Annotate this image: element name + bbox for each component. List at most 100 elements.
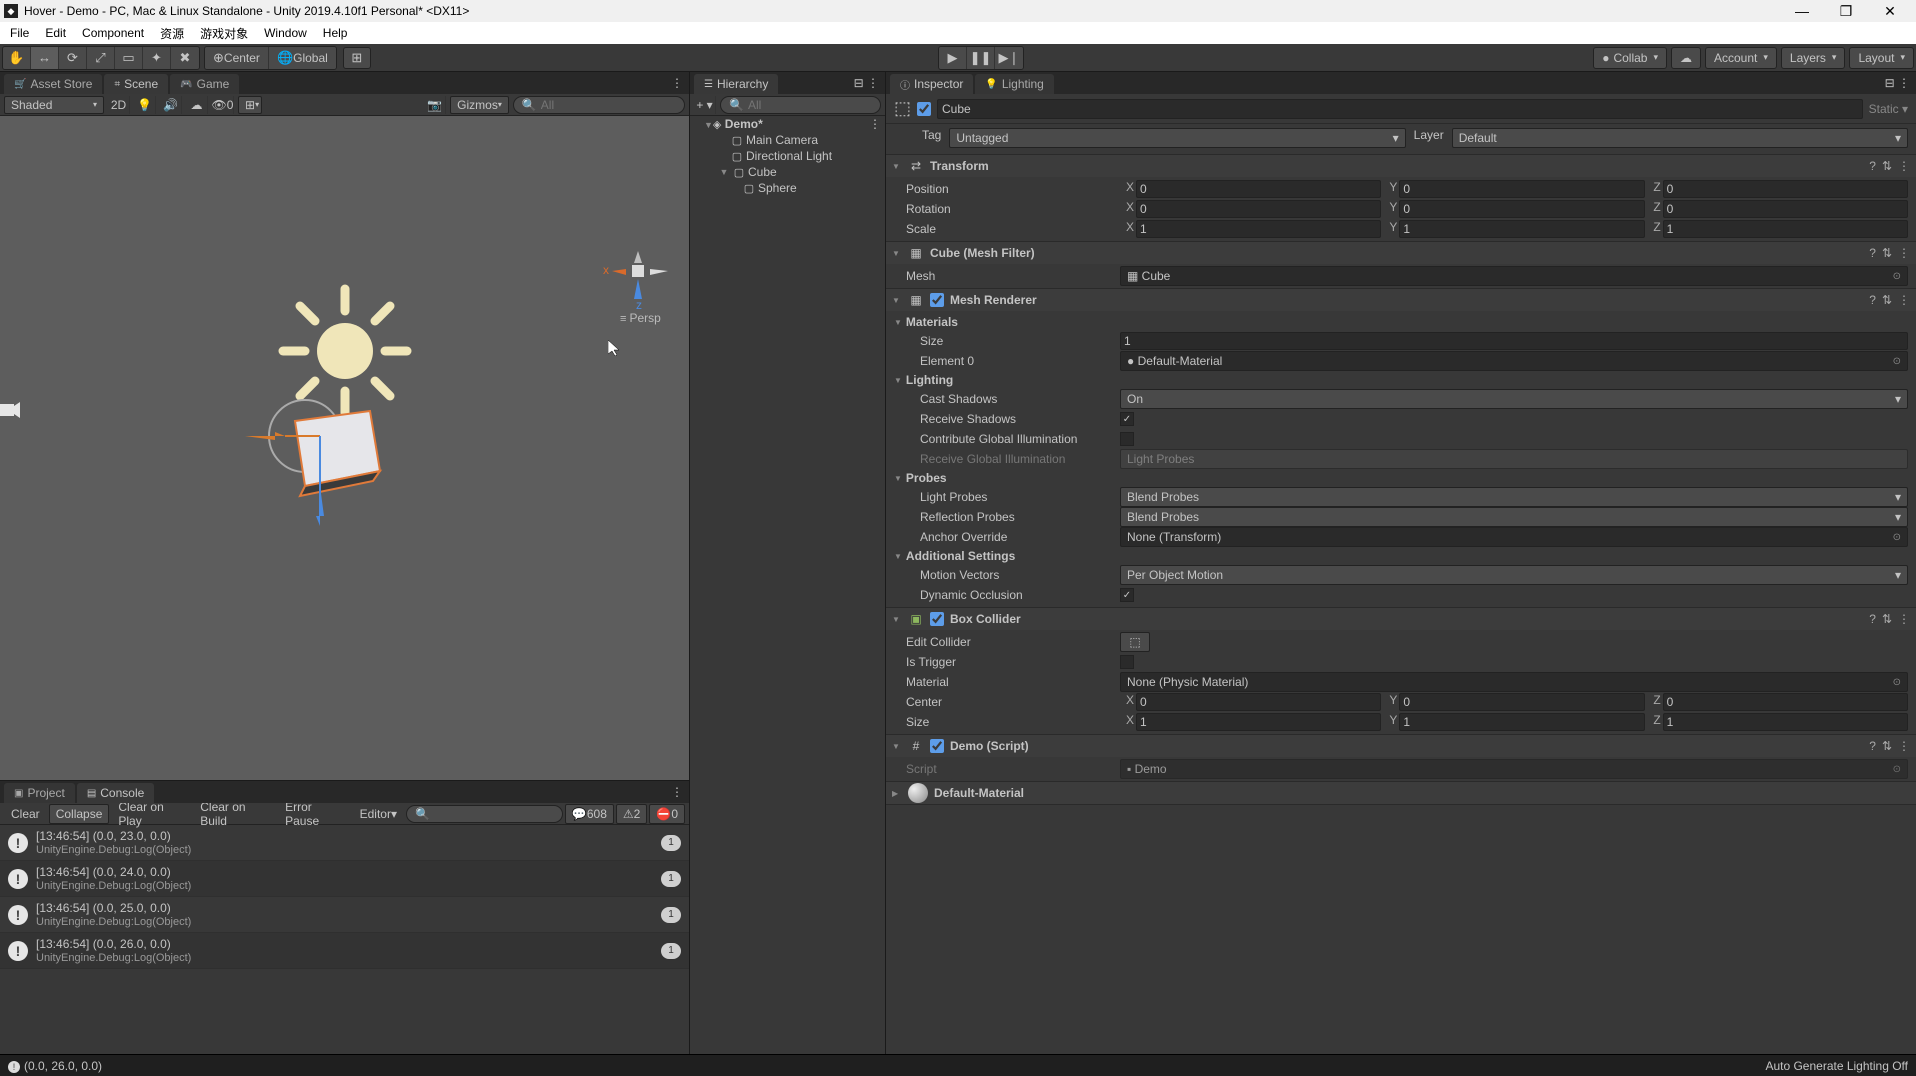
menu-edit[interactable]: Edit xyxy=(37,24,74,42)
scene-menu-icon[interactable]: ⋮ xyxy=(869,117,881,131)
physic-material-field[interactable]: None (Physic Material)⊙ xyxy=(1120,672,1908,692)
hierarchy-item[interactable]: ▢Sphere xyxy=(690,180,885,196)
log-entry[interactable]: ! [13:46:54] (0.0, 23.0, 0.0)UnityEngine… xyxy=(0,825,689,861)
static-dropdown[interactable]: Static ▾ xyxy=(1869,102,1908,116)
menu-gameobject[interactable]: 游戏对象 xyxy=(192,23,256,44)
clear-button[interactable]: Clear xyxy=(4,804,47,824)
menu-file[interactable]: File xyxy=(2,24,37,42)
is-trigger-checkbox[interactable] xyxy=(1120,655,1134,669)
component-header[interactable]: ▶ Default-Material xyxy=(886,782,1916,804)
size-z[interactable] xyxy=(1663,713,1908,731)
light-probes-dropdown[interactable]: Blend Probes▾ xyxy=(1120,487,1908,507)
anchor-override-field[interactable]: None (Transform)⊙ xyxy=(1120,527,1908,547)
material-element-0[interactable]: ● Default-Material⊙ xyxy=(1120,351,1908,371)
account-dropdown[interactable]: Account xyxy=(1705,47,1777,69)
materials-size[interactable] xyxy=(1120,332,1908,350)
component-header[interactable]: ▼▦ Cube (Mesh Filter) ?⇅⋮ xyxy=(886,242,1916,264)
panel-menu-icon[interactable]: ⋮ xyxy=(671,785,683,799)
size-y[interactable] xyxy=(1399,713,1644,731)
scl-x[interactable] xyxy=(1136,220,1381,238)
hand-tool[interactable]: ✋ xyxy=(3,47,31,69)
component-header[interactable]: ▼▦ Mesh Renderer ?⇅⋮ xyxy=(886,289,1916,311)
tab-project[interactable]: ▣Project xyxy=(4,783,75,803)
editor-dropdown[interactable]: Editor ▾ xyxy=(353,804,404,824)
scene-light-icon[interactable]: 💡 xyxy=(134,96,156,114)
log-entry[interactable]: ! [13:46:54] (0.0, 26.0, 0.0)UnityEngine… xyxy=(0,933,689,969)
snap-toggle[interactable]: ⊞ xyxy=(343,47,371,69)
hierarchy-item[interactable]: ▢Directional Light xyxy=(690,148,885,164)
orientation-gizmo[interactable]: x z xyxy=(600,251,680,311)
pos-y[interactable] xyxy=(1399,180,1644,198)
space-toggle[interactable]: 🌐 Global xyxy=(269,47,336,69)
menu-component[interactable]: Component xyxy=(74,24,152,42)
scl-z[interactable] xyxy=(1663,220,1908,238)
component-header[interactable]: ▼# Demo (Script) ?⇅⋮ xyxy=(886,735,1916,757)
dynamic-occlusion-checkbox[interactable]: ✓ xyxy=(1120,588,1134,602)
script-enabled-checkbox[interactable] xyxy=(930,739,944,753)
menu-assets[interactable]: 资源 xyxy=(152,23,192,44)
scene-search-input[interactable] xyxy=(541,98,676,112)
error-count[interactable]: ⛔ 0 xyxy=(649,804,685,824)
layout-dropdown[interactable]: Layout xyxy=(1849,47,1914,69)
cloud-button[interactable]: ☁ xyxy=(1671,47,1701,69)
layers-dropdown[interactable]: Layers xyxy=(1781,47,1846,69)
tab-scene[interactable]: ⌗Scene xyxy=(104,74,168,94)
component-header[interactable]: ▼▣ Box Collider ?⇅⋮ xyxy=(886,608,1916,630)
menu-window[interactable]: Window xyxy=(256,24,315,42)
pos-x[interactable] xyxy=(1136,180,1381,198)
cube-object[interactable] xyxy=(245,396,405,536)
transform-tool[interactable]: ✦ xyxy=(143,47,171,69)
scene-hidden-icon[interactable]: 👁0 xyxy=(212,96,234,114)
custom-tool[interactable]: ✖ xyxy=(171,47,199,69)
menu-icon[interactable]: ⋮ xyxy=(1898,159,1910,173)
tab-lighting[interactable]: 💡Lighting xyxy=(975,74,1054,94)
layer-dropdown[interactable]: Default▾ xyxy=(1452,128,1908,148)
scene-camera-icon[interactable]: 📷 xyxy=(424,96,446,114)
play-button[interactable]: ▶ xyxy=(939,47,967,69)
receive-shadows-checkbox[interactable]: ✓ xyxy=(1120,412,1134,426)
tab-asset-store[interactable]: 🛒Asset Store xyxy=(4,74,102,94)
log-entry[interactable]: ! [13:46:54] (0.0, 25.0, 0.0)UnityEngine… xyxy=(0,897,689,933)
help-icon[interactable]: ? xyxy=(1869,159,1876,173)
mesh-field[interactable]: ▦ Cube⊙ xyxy=(1120,266,1908,286)
tab-console[interactable]: ▤Console xyxy=(77,783,154,803)
gizmos-dropdown[interactable]: Gizmos xyxy=(450,96,509,114)
renderer-enabled-checkbox[interactable] xyxy=(930,293,944,307)
center-x[interactable] xyxy=(1136,693,1381,711)
hierarchy-search[interactable]: 🔍 xyxy=(720,96,881,114)
console-search[interactable]: 🔍 xyxy=(406,805,563,823)
hierarchy-tree[interactable]: ▼◈ Demo* ⋮ ▢Main Camera ▢Directional Lig… xyxy=(690,116,885,1054)
scl-y[interactable] xyxy=(1399,220,1644,238)
close-button[interactable]: ✕ xyxy=(1868,0,1912,22)
info-count[interactable]: 💬 608 xyxy=(565,804,614,824)
tab-inspector[interactable]: ⓘInspector xyxy=(890,74,973,94)
scale-tool[interactable]: ⤢ xyxy=(87,47,115,69)
inspector-body[interactable]: ⬚ Static ▾ Tag Untagged▾ Layer Default▾ … xyxy=(886,94,1916,1054)
collider-enabled-checkbox[interactable] xyxy=(930,612,944,626)
cast-shadows-dropdown[interactable]: On▾ xyxy=(1120,389,1908,409)
pause-button[interactable]: ❚❚ xyxy=(967,47,995,69)
center-z[interactable] xyxy=(1663,693,1908,711)
tab-hierarchy[interactable]: ☰Hierarchy xyxy=(694,74,778,94)
hierarchy-item[interactable]: ▢Main Camera xyxy=(690,132,885,148)
rotate-tool[interactable]: ⟳ xyxy=(59,47,87,69)
hierarchy-item[interactable]: ▼▢Cube xyxy=(690,164,885,180)
hierarchy-search-input[interactable] xyxy=(748,98,872,112)
create-dropdown[interactable]: + ▾ xyxy=(694,96,716,114)
console-log-list[interactable]: ! [13:46:54] (0.0, 23.0, 0.0)UnityEngine… xyxy=(0,825,689,1054)
pos-z[interactable] xyxy=(1663,180,1908,198)
tab-game[interactable]: 🎮Game xyxy=(170,74,239,94)
collab-dropdown[interactable]: ● Collab xyxy=(1593,47,1667,69)
collapse-button[interactable]: Collapse xyxy=(49,804,110,824)
mode-2d-toggle[interactable]: 2D xyxy=(108,96,130,114)
minimize-button[interactable]: — xyxy=(1780,0,1824,22)
center-y[interactable] xyxy=(1399,693,1644,711)
scene-audio-icon[interactable]: 🔊 xyxy=(160,96,182,114)
edit-collider-button[interactable]: ⬚ xyxy=(1120,632,1150,652)
scene-row[interactable]: ▼◈ Demo* ⋮ xyxy=(690,116,885,132)
warn-count[interactable]: ⚠ 2 xyxy=(616,804,647,824)
scene-viewport[interactable]: x z ≡ Persp xyxy=(0,116,689,780)
scene-fx-icon[interactable]: ☁ xyxy=(186,96,208,114)
size-x[interactable] xyxy=(1136,713,1381,731)
panel-menu-icon[interactable]: ⋮ xyxy=(671,76,683,90)
